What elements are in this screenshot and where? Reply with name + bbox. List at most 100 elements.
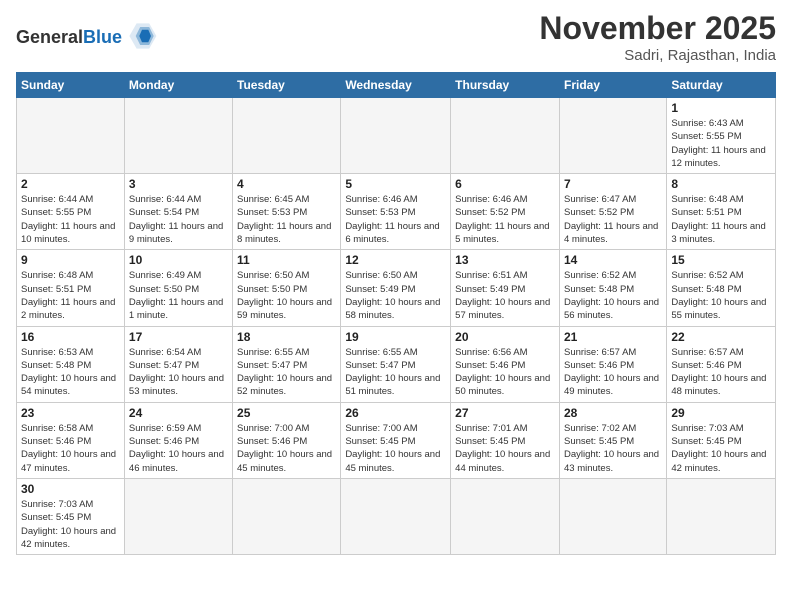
day-info: Sunrise: 7:03 AM Sunset: 5:45 PM Dayligh… [671,422,771,475]
calendar-header-row: SundayMondayTuesdayWednesdayThursdayFrid… [17,73,776,98]
day-info: Sunrise: 6:57 AM Sunset: 5:46 PM Dayligh… [671,346,771,399]
calendar-week-row: 2Sunrise: 6:44 AM Sunset: 5:55 PM Daylig… [17,174,776,250]
day-info: Sunrise: 6:51 AM Sunset: 5:49 PM Dayligh… [455,269,555,322]
calendar-cell: 8Sunrise: 6:48 AM Sunset: 5:51 PM Daylig… [667,174,776,250]
day-number: 23 [21,406,120,420]
day-number: 17 [129,330,228,344]
day-number: 7 [564,177,662,191]
logo: GeneralBlue [16,18,160,54]
calendar-week-row: 9 Sunrise: 6:48 AM Sunset: 5:51 PM Daylig… [17,250,776,326]
calendar-cell: 17 Sunrise: 6:54 AM Sunset: 5:47 PM Dayli… [124,326,232,402]
calendar-table: SundayMondayTuesdayWednesdayThursdayFrid… [16,72,776,555]
calendar-cell: 13 Sunrise: 6:51 AM Sunset: 5:49 PM Dayli… [451,250,560,326]
day-info: Sunrise: 6:48 AM Sunset: 5:51 PM Dayligh… [21,269,120,322]
day-header-thursday: Thursday [451,73,560,98]
calendar-cell: 10 Sunrise: 6:49 AM Sunset: 5:50 PM Dayli… [124,250,232,326]
calendar-cell [124,98,232,174]
day-number: 30 [21,482,120,496]
calendar-cell [559,478,666,554]
calendar-cell [451,98,560,174]
day-info: Sunrise: 6:48 AM Sunset: 5:51 PM Dayligh… [671,193,771,246]
day-number: 25 [237,406,336,420]
day-info: Sunrise: 6:55 AM Sunset: 5:47 PM Dayligh… [345,346,446,399]
page: GeneralBlue November 2025 Sadri, Rajasth… [0,0,792,571]
calendar-cell [17,98,125,174]
day-number: 22 [671,330,771,344]
title-block: November 2025 Sadri, Rajasthan, India [539,10,776,64]
header: GeneralBlue November 2025 Sadri, Rajasth… [16,10,776,64]
calendar-cell [451,478,560,554]
logo-icon [124,18,160,54]
day-number: 9 [21,253,120,267]
day-header-monday: Monday [124,73,232,98]
day-info: Sunrise: 6:46 AM Sunset: 5:52 PM Dayligh… [455,193,555,246]
calendar-cell: 2Sunrise: 6:44 AM Sunset: 5:55 PM Daylig… [17,174,125,250]
calendar-week-row: 16 Sunrise: 6:53 AM Sunset: 5:48 PM Dayli… [17,326,776,402]
calendar-body: 1 Sunrise: 6:43 AM Sunset: 5:55 PM Daylig… [17,98,776,555]
day-number: 19 [345,330,446,344]
calendar-cell: 5 Sunrise: 6:46 AM Sunset: 5:53 PM Daylig… [341,174,451,250]
day-info: Sunrise: 6:44 AM Sunset: 5:55 PM Dayligh… [21,193,120,246]
day-info: Sunrise: 6:54 AM Sunset: 5:47 PM Dayligh… [129,346,228,399]
day-info: Sunrise: 7:03 AM Sunset: 5:45 PM Dayligh… [21,498,120,551]
calendar-cell: 30 Sunrise: 7:03 AM Sunset: 5:45 PM Dayli… [17,478,125,554]
day-info: Sunrise: 6:53 AM Sunset: 5:48 PM Dayligh… [21,346,120,399]
day-number: 1 [671,101,771,115]
calendar-cell: 16 Sunrise: 6:53 AM Sunset: 5:48 PM Dayli… [17,326,125,402]
calendar-cell: 1 Sunrise: 6:43 AM Sunset: 5:55 PM Daylig… [667,98,776,174]
day-header-saturday: Saturday [667,73,776,98]
calendar-cell: 7 Sunrise: 6:47 AM Sunset: 5:52 PM Daylig… [559,174,666,250]
day-info: Sunrise: 6:52 AM Sunset: 5:48 PM Dayligh… [671,269,771,322]
day-number: 29 [671,406,771,420]
calendar-cell: 25 Sunrise: 7:00 AM Sunset: 5:46 PM Dayli… [233,402,341,478]
calendar-cell: 23 Sunrise: 6:58 AM Sunset: 5:46 PM Dayli… [17,402,125,478]
day-number: 24 [129,406,228,420]
logo-general: General [16,27,83,47]
day-info: Sunrise: 6:58 AM Sunset: 5:46 PM Dayligh… [21,422,120,475]
calendar-cell: 4Sunrise: 6:45 AM Sunset: 5:53 PM Daylig… [233,174,341,250]
day-number: 21 [564,330,662,344]
calendar-cell [233,478,341,554]
calendar-cell: 9 Sunrise: 6:48 AM Sunset: 5:51 PM Daylig… [17,250,125,326]
day-info: Sunrise: 6:43 AM Sunset: 5:55 PM Dayligh… [671,117,771,170]
day-info: Sunrise: 6:50 AM Sunset: 5:50 PM Dayligh… [237,269,336,322]
day-number: 10 [129,253,228,267]
day-info: Sunrise: 6:50 AM Sunset: 5:49 PM Dayligh… [345,269,446,322]
day-number: 6 [455,177,555,191]
calendar-cell: 21 Sunrise: 6:57 AM Sunset: 5:46 PM Dayli… [559,326,666,402]
logo-blue: Blue [83,27,122,47]
day-number: 3 [129,177,228,191]
day-info: Sunrise: 7:00 AM Sunset: 5:45 PM Dayligh… [345,422,446,475]
calendar-cell: 11Sunrise: 6:50 AM Sunset: 5:50 PM Dayli… [233,250,341,326]
day-number: 13 [455,253,555,267]
day-header-sunday: Sunday [17,73,125,98]
day-info: Sunrise: 6:45 AM Sunset: 5:53 PM Dayligh… [237,193,336,246]
calendar-week-row: 1 Sunrise: 6:43 AM Sunset: 5:55 PM Daylig… [17,98,776,174]
day-info: Sunrise: 6:46 AM Sunset: 5:53 PM Dayligh… [345,193,446,246]
calendar-cell [667,478,776,554]
day-number: 16 [21,330,120,344]
day-number: 5 [345,177,446,191]
calendar-cell [341,478,451,554]
day-info: Sunrise: 7:00 AM Sunset: 5:46 PM Dayligh… [237,422,336,475]
calendar-cell [124,478,232,554]
day-number: 27 [455,406,555,420]
calendar-cell [341,98,451,174]
calendar-cell: 12 Sunrise: 6:50 AM Sunset: 5:49 PM Dayli… [341,250,451,326]
day-info: Sunrise: 6:47 AM Sunset: 5:52 PM Dayligh… [564,193,662,246]
calendar-week-row: 30 Sunrise: 7:03 AM Sunset: 5:45 PM Dayli… [17,478,776,554]
day-info: Sunrise: 7:02 AM Sunset: 5:45 PM Dayligh… [564,422,662,475]
calendar-cell [559,98,666,174]
day-info: Sunrise: 6:57 AM Sunset: 5:46 PM Dayligh… [564,346,662,399]
calendar-cell: 19 Sunrise: 6:55 AM Sunset: 5:47 PM Dayli… [341,326,451,402]
calendar-cell: 22 Sunrise: 6:57 AM Sunset: 5:46 PM Dayli… [667,326,776,402]
calendar-cell: 28 Sunrise: 7:02 AM Sunset: 5:45 PM Dayli… [559,402,666,478]
day-number: 15 [671,253,771,267]
day-info: Sunrise: 6:49 AM Sunset: 5:50 PM Dayligh… [129,269,228,322]
day-number: 12 [345,253,446,267]
day-number: 28 [564,406,662,420]
day-info: Sunrise: 6:52 AM Sunset: 5:48 PM Dayligh… [564,269,662,322]
day-info: Sunrise: 6:59 AM Sunset: 5:46 PM Dayligh… [129,422,228,475]
day-number: 18 [237,330,336,344]
calendar-cell: 24 Sunrise: 6:59 AM Sunset: 5:46 PM Dayli… [124,402,232,478]
